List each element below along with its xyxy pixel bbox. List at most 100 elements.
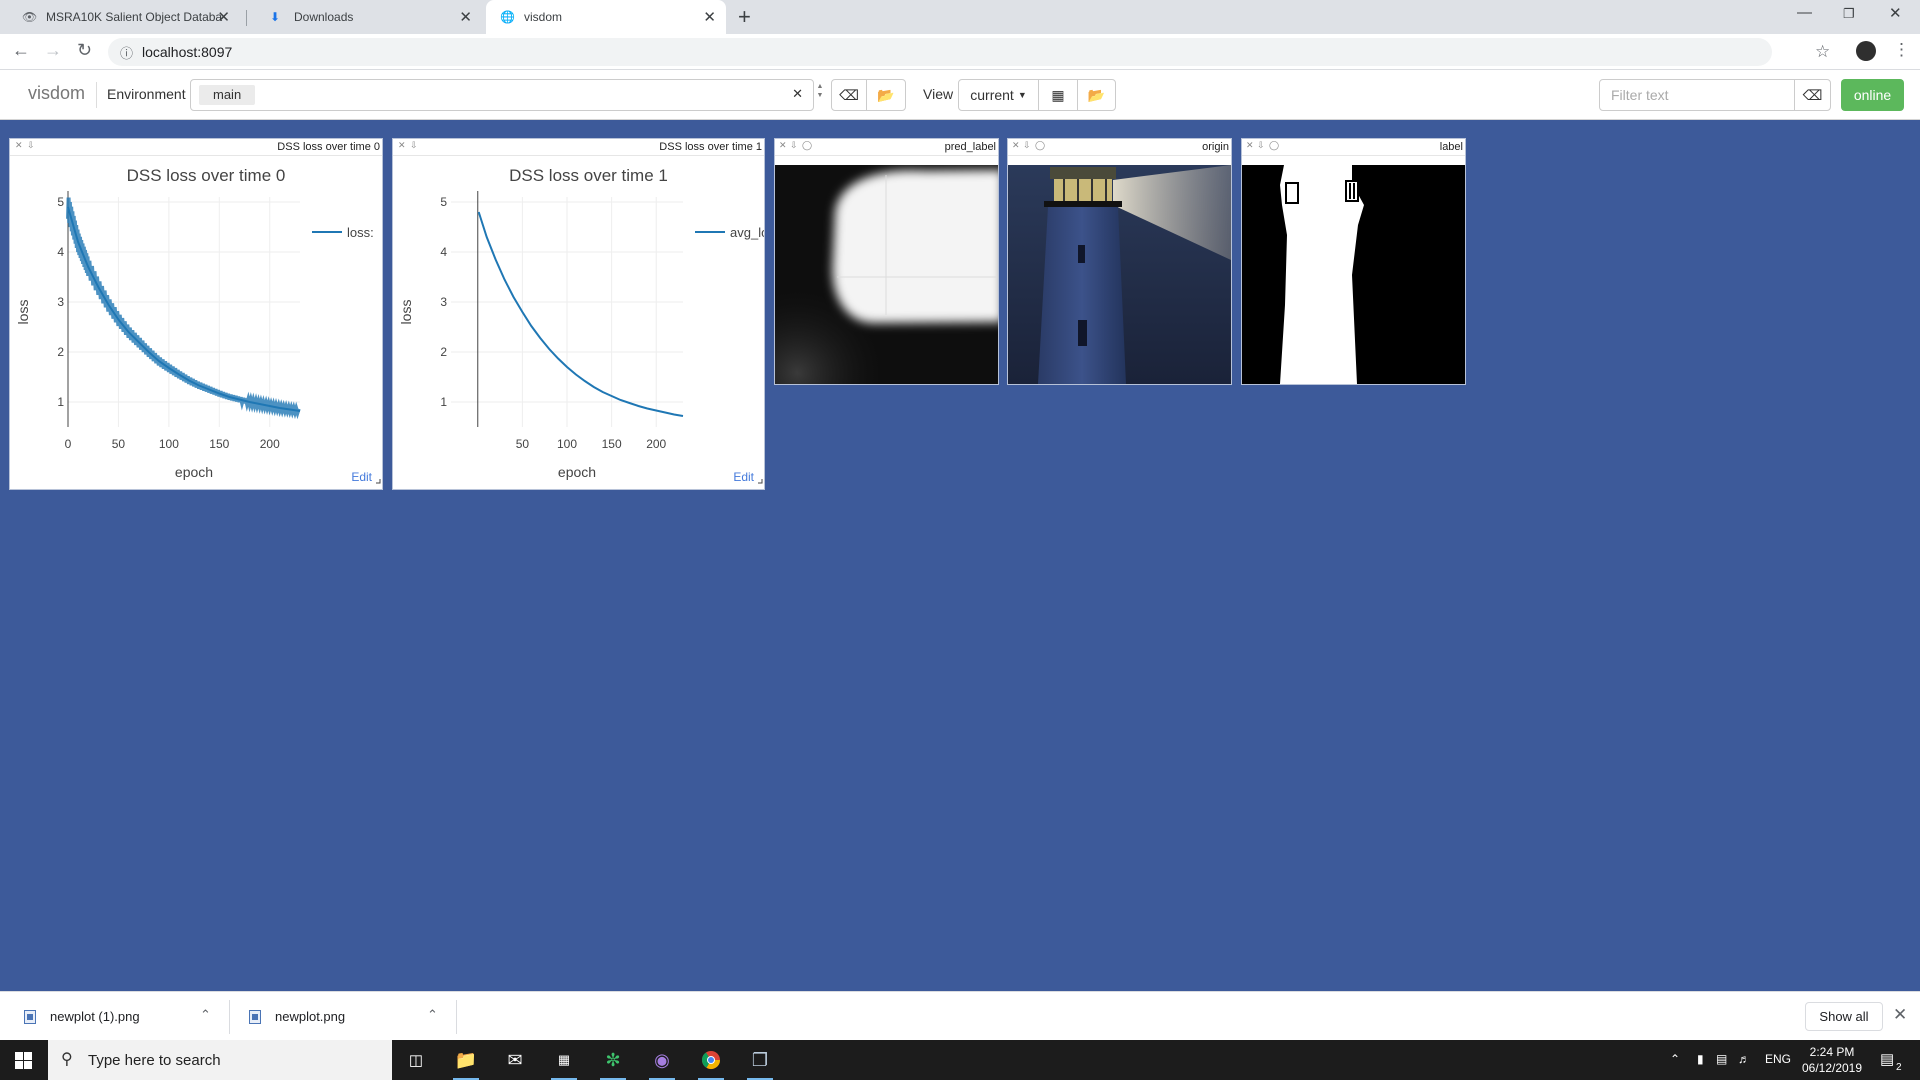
taskbar-search[interactable]: ⚲ Type here to search xyxy=(48,1040,392,1080)
tab-separator xyxy=(246,10,247,26)
download-filename: newplot (1).png xyxy=(50,1009,140,1024)
legend-label: loss: xyxy=(347,225,374,240)
download-pane-icon[interactable]: ⇩ xyxy=(27,140,35,151)
x-tick-label: 150 xyxy=(602,437,622,451)
tab-title: Downloads xyxy=(294,10,354,24)
app-window-icon[interactable]: ❐ xyxy=(745,1046,775,1080)
clear-filter-button[interactable]: ⌫ xyxy=(1794,79,1831,111)
app-green-icon[interactable]: ✼ xyxy=(598,1046,628,1080)
tab-downloads[interactable]: ⬇ Downloads ✕ xyxy=(248,0,482,34)
view-selected: current xyxy=(970,87,1014,103)
clock[interactable]: 2:24 PM 06/12/2019 xyxy=(1792,1044,1872,1076)
edit-link[interactable]: Edit xyxy=(351,470,372,484)
pane-header[interactable]: ✕ ⇩ DSS loss over time 0 xyxy=(10,139,382,156)
close-window-icon[interactable]: ✕ xyxy=(1889,4,1902,22)
url-text: localhost:8097 xyxy=(142,44,233,60)
search-placeholder: Type here to search xyxy=(88,1052,221,1069)
pane-plot-0[interactable]: ✕ ⇩ DSS loss over time 0 DSS loss over t… xyxy=(9,138,383,490)
environment-select[interactable]: main ✕ xyxy=(190,79,814,111)
line-chart[interactable]: DSS loss over time 0 0 50 100 150 200 1 2 3 4 5 epo… xyxy=(10,157,382,489)
pane-header[interactable]: ✕ ⇩ ◯ origin xyxy=(1008,139,1231,156)
resize-handle-icon xyxy=(758,479,763,484)
close-downloads-icon[interactable]: ✕ xyxy=(1893,1005,1907,1025)
info-icon[interactable]: ⓘ xyxy=(120,43,133,62)
download-filename: newplot.png xyxy=(275,1009,346,1024)
new-tab-icon[interactable]: + xyxy=(738,4,751,30)
task-view-icon[interactable]: ◫ xyxy=(401,1046,431,1074)
visdom-brand[interactable]: visdom xyxy=(28,83,85,104)
chevron-up-icon[interactable]: ⌃ xyxy=(427,1007,438,1023)
restore-icon[interactable]: ❐ xyxy=(1843,6,1855,22)
reset-icon[interactable]: ◯ xyxy=(1035,140,1045,151)
pane-image-origin[interactable]: ✕ ⇩ ◯ origin xyxy=(1007,138,1232,385)
show-all-button[interactable]: Show all xyxy=(1805,1002,1883,1031)
pane-plot-1[interactable]: ✕ ⇩ DSS loss over time 1 DSS loss over t… xyxy=(392,138,765,490)
reset-icon[interactable]: ◯ xyxy=(1269,140,1279,151)
pane-title: DSS loss over time 1 xyxy=(659,141,762,153)
divider xyxy=(229,1000,230,1034)
close-pane-icon[interactable]: ✕ xyxy=(15,140,23,151)
filter-input[interactable] xyxy=(1599,79,1795,111)
close-tab-icon[interactable]: ✕ xyxy=(217,8,230,26)
pane-header[interactable]: ✕ ⇩ DSS loss over time 1 xyxy=(393,139,764,156)
download-pane-icon[interactable]: ⇩ xyxy=(1023,140,1031,151)
pane-image-pred-label[interactable]: ✕ ⇩ ◯ pred_label xyxy=(774,138,999,385)
download-pane-icon[interactable]: ⇩ xyxy=(1257,140,1265,151)
x-tick-label: 100 xyxy=(159,437,179,451)
view-folder-button[interactable]: 📂 xyxy=(1077,79,1116,111)
x-axis-label: epoch xyxy=(175,464,213,480)
windows-start-icon[interactable] xyxy=(15,1052,32,1069)
battery-icon[interactable]: ▮ xyxy=(1697,1052,1704,1066)
menu-icon[interactable]: ⋮ xyxy=(1893,40,1910,60)
connection-status-button[interactable]: online xyxy=(1841,79,1904,111)
tab-msra10k[interactable]: 👁 MSRA10K Salient Object Databa ✕ xyxy=(0,0,240,34)
grid-icon: ▦ xyxy=(1051,86,1065,103)
environment-chip[interactable]: main xyxy=(199,85,256,105)
view-dropdown[interactable]: current ▼ xyxy=(958,79,1039,111)
close-tab-icon[interactable]: ✕ xyxy=(703,8,716,26)
grid-button[interactable]: ▦ xyxy=(1038,79,1078,111)
close-pane-icon[interactable]: ✕ xyxy=(1246,140,1254,151)
url-field[interactable]: ⓘ localhost:8097 xyxy=(108,38,1772,66)
eraser-icon: ⌫ xyxy=(839,86,859,103)
tab-strip: 👁 MSRA10K Salient Object Databa ✕ ⬇ Down… xyxy=(0,0,1920,34)
edit-link[interactable]: Edit xyxy=(733,470,754,484)
y-tick-label: 5 xyxy=(57,195,64,209)
language-indicator[interactable]: ENG xyxy=(1765,1052,1791,1066)
close-pane-icon[interactable]: ✕ xyxy=(779,140,787,151)
scroll-arrows-icon[interactable]: ▲ ▼ xyxy=(816,82,824,100)
reset-icon[interactable]: ◯ xyxy=(802,140,812,151)
eraser-button[interactable]: ⌫ xyxy=(831,79,867,111)
profile-avatar[interactable] xyxy=(1856,41,1876,61)
downloads-bar: newplot (1).png ⌃ newplot.png ⌃ Show all… xyxy=(0,991,1920,1040)
clear-environment-icon[interactable]: ✕ xyxy=(792,86,803,102)
back-icon[interactable]: ← xyxy=(12,40,30,61)
download-item[interactable]: newplot (1).png xyxy=(24,992,140,1041)
volume-icon[interactable]: ♬ xyxy=(1738,1052,1750,1066)
reload-icon[interactable]: ↻ xyxy=(77,40,92,61)
notifications-icon[interactable]: ▤ xyxy=(1880,1050,1894,1068)
app-purple-icon[interactable]: ◉ xyxy=(647,1046,677,1080)
close-pane-icon[interactable]: ✕ xyxy=(1012,140,1020,151)
minimize-icon[interactable]: — xyxy=(1797,4,1812,21)
show-hidden-icons-icon[interactable]: ⌃ xyxy=(1670,1052,1680,1066)
line-chart[interactable]: DSS loss over time 1 50 100 150 200 1 2 3 4 5 epoc… xyxy=(393,157,764,489)
network-icon[interactable]: ▤ xyxy=(1716,1052,1727,1066)
tab-visdom[interactable]: 🌐 visdom ✕ xyxy=(486,0,726,34)
bookmark-star-icon[interactable]: ☆ xyxy=(1815,42,1830,62)
download-pane-icon[interactable]: ⇩ xyxy=(410,140,418,151)
pane-header[interactable]: ✕ ⇩ ◯ label xyxy=(1242,139,1465,156)
close-pane-icon[interactable]: ✕ xyxy=(398,140,406,151)
close-tab-icon[interactable]: ✕ xyxy=(459,8,472,26)
chevron-up-icon[interactable]: ⌃ xyxy=(200,1007,211,1023)
folder-button[interactable]: 📂 xyxy=(866,79,906,111)
file-explorer-icon[interactable]: 📁 xyxy=(451,1046,481,1080)
forward-icon[interactable]: → xyxy=(44,40,62,61)
pane-image-label[interactable]: ✕ ⇩ ◯ label xyxy=(1241,138,1466,385)
pane-header[interactable]: ✕ ⇩ ◯ pred_label xyxy=(775,139,998,156)
chrome-icon[interactable] xyxy=(696,1046,726,1080)
download-item[interactable]: newplot.png xyxy=(249,992,345,1041)
terminal-icon[interactable]: ▦ xyxy=(549,1046,579,1080)
mail-icon[interactable]: ✉ xyxy=(500,1046,530,1074)
download-pane-icon[interactable]: ⇩ xyxy=(790,140,798,151)
